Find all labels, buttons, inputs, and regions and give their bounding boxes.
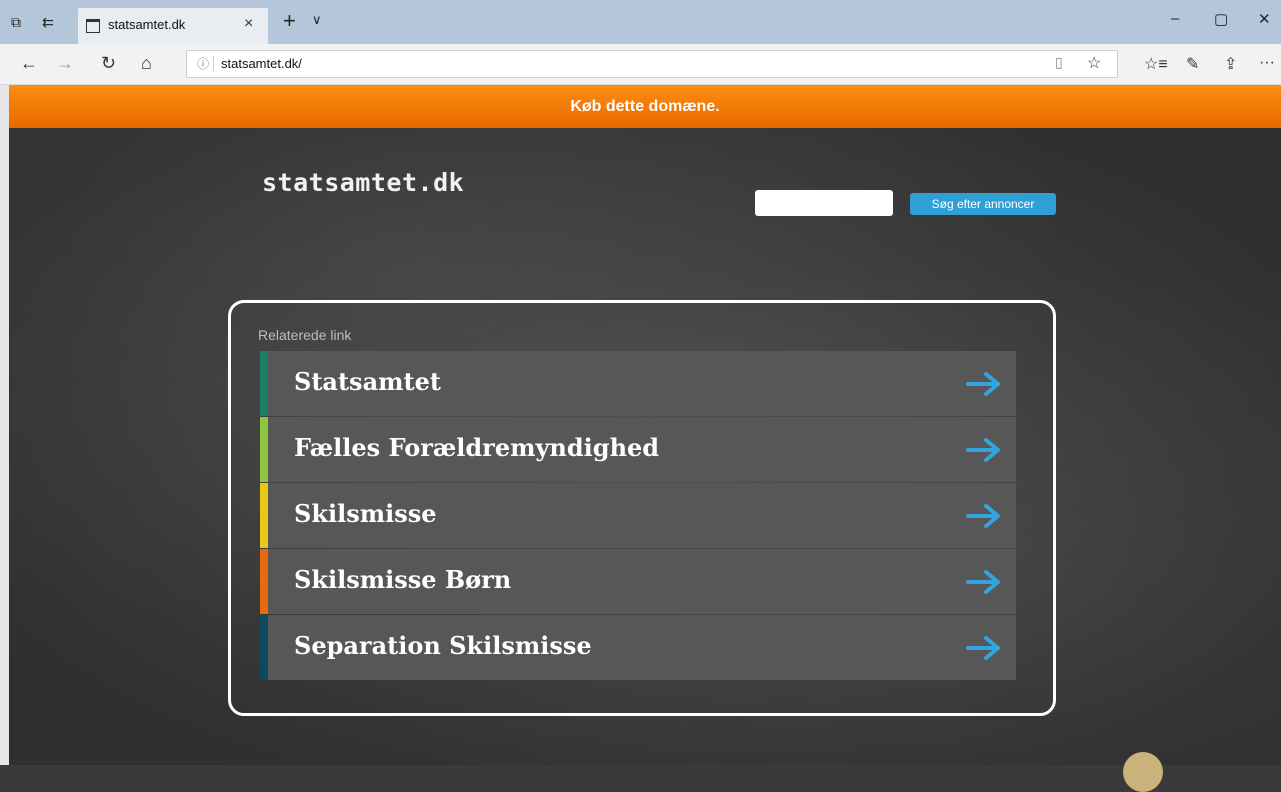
set-tabs-aside-icon[interactable]: ⇇ bbox=[40, 14, 56, 30]
arrow-right-icon bbox=[966, 372, 1000, 396]
link-color-bar bbox=[260, 351, 268, 416]
site-info-icon[interactable]: ⓘ bbox=[197, 55, 209, 72]
search-input[interactable] bbox=[755, 190, 893, 216]
buy-domain-banner[interactable]: Køb dette domæne. bbox=[9, 85, 1281, 128]
url-text[interactable]: statsamtet.dk/ bbox=[221, 56, 302, 71]
page-left-edge bbox=[0, 85, 9, 765]
search-ads-button[interactable]: Søg efter annoncer bbox=[910, 193, 1056, 215]
link-label: Skilsmisse Børn bbox=[294, 565, 512, 594]
minimize-button[interactable]: – bbox=[1171, 10, 1179, 27]
site-title: statsamtet.dk bbox=[262, 168, 465, 197]
link-color-bar bbox=[260, 549, 268, 614]
arrow-right-icon bbox=[966, 504, 1000, 528]
related-links-list: Statsamtet Fælles Forældremyndighed Skil… bbox=[260, 351, 1016, 681]
link-color-bar bbox=[260, 615, 268, 680]
browser-tab[interactable]: statsamtet.dk × bbox=[78, 8, 268, 44]
restore-button[interactable]: ▢ bbox=[1214, 10, 1228, 28]
reading-view-icon[interactable]: ▯ bbox=[1055, 54, 1063, 71]
tab-close-icon[interactable]: × bbox=[244, 15, 253, 33]
more-icon[interactable]: ··· bbox=[1259, 54, 1275, 72]
link-label: Statsamtet bbox=[294, 367, 441, 396]
related-links-label: Relaterede link bbox=[258, 327, 352, 343]
page-icon bbox=[86, 19, 100, 33]
tab-preview-icon[interactable]: ⧉ bbox=[8, 14, 24, 30]
address-divider bbox=[213, 56, 214, 72]
browser-tab-bar: ⧉ ⇇ statsamtet.dk × + ∨ – ▢ ✕ bbox=[0, 0, 1281, 44]
back-icon[interactable]: ← bbox=[20, 53, 38, 74]
favorites-hub-icon[interactable]: ☆≡ bbox=[1144, 54, 1168, 74]
link-color-bar bbox=[260, 483, 268, 548]
link-skilsmisse[interactable]: Skilsmisse bbox=[260, 483, 1016, 548]
link-label: Fælles Forældremyndighed bbox=[294, 433, 660, 462]
arrow-right-icon bbox=[966, 570, 1000, 594]
close-window-button[interactable]: ✕ bbox=[1258, 10, 1271, 28]
favorite-star-icon[interactable]: ☆ bbox=[1087, 53, 1101, 73]
link-color-bar bbox=[260, 417, 268, 482]
tab-title: statsamtet.dk bbox=[108, 17, 186, 32]
address-field[interactable]: ⓘ statsamtet.dk/ ▯ ☆ bbox=[186, 50, 1118, 78]
link-faelles-foraeldremyndighed[interactable]: Fælles Forældremyndighed bbox=[260, 417, 1016, 482]
address-toolbar: ← → ↻ ⌂ ⓘ statsamtet.dk/ ▯ ☆ ☆≡ ✎ ⇪ ··· bbox=[0, 44, 1281, 85]
web-notes-icon[interactable]: ✎ bbox=[1186, 54, 1199, 74]
arrow-right-icon bbox=[966, 438, 1000, 462]
new-tab-button[interactable]: + bbox=[283, 8, 296, 34]
link-separation-skilsmisse[interactable]: Separation Skilsmisse bbox=[260, 615, 1016, 680]
share-icon[interactable]: ⇪ bbox=[1224, 54, 1237, 74]
link-label: Skilsmisse bbox=[294, 499, 437, 528]
corner-orb bbox=[1123, 752, 1163, 792]
home-icon[interactable]: ⌂ bbox=[141, 53, 152, 74]
link-skilsmisse-born[interactable]: Skilsmisse Børn bbox=[260, 549, 1016, 614]
tab-list-chevron-icon[interactable]: ∨ bbox=[312, 12, 322, 28]
link-label: Separation Skilsmisse bbox=[294, 631, 592, 660]
link-statsamtet[interactable]: Statsamtet bbox=[260, 351, 1016, 416]
refresh-icon[interactable]: ↻ bbox=[101, 53, 116, 74]
forward-icon[interactable]: → bbox=[56, 53, 74, 74]
arrow-right-icon bbox=[966, 636, 1000, 660]
